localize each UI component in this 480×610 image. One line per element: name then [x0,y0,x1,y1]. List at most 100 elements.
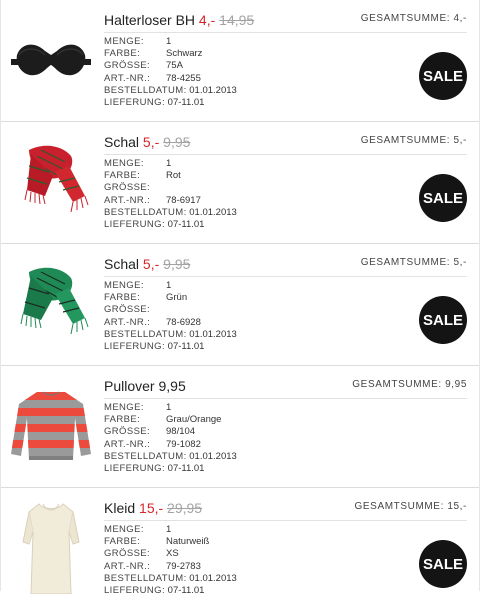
menge-value: 1 [166,36,172,47]
scarf-icon[interactable] [9,136,93,228]
total-label: GESAMTSUMME: [352,379,442,390]
menge-label: MENGE: [104,158,144,169]
bra-icon[interactable] [9,14,93,106]
artnr-label: ART.-NR.: [104,560,151,572]
order-item: Kleid 15,- 29,95 GESAMTSUMME: 15,- MENGE… [1,488,479,610]
groesse-label: GRÖSSE: [104,60,151,72]
sale-badge: SALE [419,540,467,588]
product-title[interactable]: Schal 5,- 9,95 [104,256,190,272]
total-label: GESAMTSUMME: [360,13,451,24]
menge-value: 1 [166,402,172,413]
total-sum: GESAMTSUMME: 15,- [355,501,467,512]
groesse-label: GRÖSSE: [104,304,151,316]
farbe-value: Naturweiß [166,536,210,548]
menge-label: MENGE: [104,280,144,291]
bestelldatum-value: 01.01.2013 [189,450,237,462]
bestelldatum-label: BESTELLDATUM: [104,450,187,462]
item-details: MENGE: 1 FARBE: Grau/Orange GRÖSSE: 98/104 … [104,402,237,475]
bestelldatum-label: BESTELLDATUM: [104,206,187,218]
lieferung-value: 07-11.01 [167,219,205,231]
item-details: MENGE: 1 FARBE: Naturweiß GRÖSSE: XS ART.-N… [104,524,237,597]
order-item: Schal 5,- 9,95 GESAMTSUMME: 5,- MENGE: 1 … [1,122,479,244]
order-item: Schal 5,- 9,95 GESAMTSUMME: 5,- MENGE: 1 … [1,244,479,366]
farbe-value: Rot [166,170,181,182]
product-name: Kleid [104,500,136,516]
menge-label: MENGE: [104,36,144,47]
farbe-label: FARBE: [104,48,141,60]
sale-price: 15,- [139,500,164,516]
total-label: GESAMTSUMME: [360,257,451,268]
lieferung-value: 07-11.01 [167,341,205,353]
product-title[interactable]: Halterloser BH 4,- 14,95 [104,12,254,28]
item-details: MENGE: 1 FARBE: Grün GRÖSSE: ART.-NR.: 78-6… [104,280,237,353]
old-price: 29,95 [167,500,203,516]
sale-badge: SALE [419,52,467,100]
total-value: 9,95 [445,379,467,390]
scarf-icon[interactable] [9,258,93,350]
menge-label: MENGE: [104,524,144,535]
total-value: 5,- [453,135,467,146]
artnr-value: 78-6928 [166,316,201,328]
menge-label: MENGE: [104,402,144,413]
order-list: Halterloser BH 4,- 14,95 GESAMTSUMME: 4,… [0,0,480,596]
bestelldatum-label: BESTELLDATUM: [104,328,187,340]
lieferung-value: 07-11.01 [167,463,205,475]
item-details: MENGE: 1 FARBE: Rot GRÖSSE: ART.-NR.: 78-69… [104,158,237,231]
total-label: GESAMTSUMME: [354,501,444,512]
divider [104,154,467,155]
artnr-label: ART.-NR.: [104,72,151,84]
bestelldatum-value: 01.01.2013 [189,328,237,340]
product-name: Schal [104,134,140,150]
lieferung-label: LIEFERUNG: [104,463,166,475]
product-name: Schal [104,256,140,272]
product-title[interactable]: Pullover 9,95 [104,378,186,394]
farbe-label: FARBE: [104,292,141,304]
sale-price: 5,- [142,134,160,150]
groesse-value: XS [166,548,179,560]
sale-badge: SALE [419,174,467,222]
product-title[interactable]: Schal 5,- 9,95 [104,134,190,150]
artnr-label: ART.-NR.: [104,194,151,206]
total-sum: GESAMTSUMME: 5,- [361,257,467,268]
product-name: Halterloser BH [104,12,196,28]
artnr-value: 79-1082 [166,438,201,450]
sale-price: 4,- [198,12,216,28]
old-price: 14,95 [219,12,255,28]
divider [104,276,467,277]
total-label: GESAMTSUMME: [360,135,451,146]
groesse-label: GRÖSSE: [104,548,151,560]
farbe-label: FARBE: [104,536,141,548]
lieferung-label: LIEFERUNG: [104,97,166,109]
price: 9,95 [158,378,186,394]
bestelldatum-value: 01.01.2013 [189,84,237,96]
dress-icon[interactable] [9,502,93,594]
bestelldatum-label: BESTELLDATUM: [104,84,187,96]
farbe-value: Schwarz [166,48,203,60]
menge-value: 1 [166,280,172,291]
lieferung-label: LIEFERUNG: [104,585,166,597]
menge-value: 1 [166,524,172,535]
sale-badge: SALE [419,296,467,344]
bestelldatum-value: 01.01.2013 [189,572,237,584]
lieferung-label: LIEFERUNG: [104,219,166,231]
total-value: 5,- [453,257,467,268]
divider [104,398,467,399]
product-name: Pullover [104,378,155,394]
item-details: MENGE: 1 FARBE: Schwarz GRÖSSE: 75A ART.-NR… [104,36,237,109]
total-value: 4,- [453,13,467,24]
sweater-icon[interactable] [9,380,93,472]
lieferung-value: 07-11.01 [167,97,205,109]
artnr-label: ART.-NR.: [104,438,151,450]
divider [104,32,467,33]
sale-price: 5,- [142,256,160,272]
farbe-value: Grau/Orange [166,414,222,426]
product-title[interactable]: Kleid 15,- 29,95 [104,500,202,516]
artnr-value: 79-2783 [166,560,201,572]
divider [104,520,467,521]
total-value: 15,- [447,501,467,512]
farbe-label: FARBE: [104,414,141,426]
old-price: 9,95 [163,256,191,272]
groesse-value: 98/104 [166,426,196,438]
order-item: Pullover 9,95 GESAMTSUMME: 9,95 MENGE: 1 … [1,366,479,488]
groesse-label: GRÖSSE: [104,426,151,438]
